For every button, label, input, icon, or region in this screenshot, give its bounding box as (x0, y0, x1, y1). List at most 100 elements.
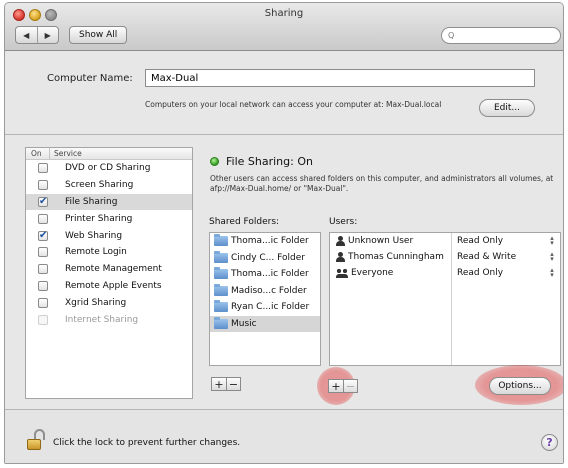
user-row[interactable]: Thomas Cunningham (330, 249, 451, 265)
permission-popup[interactable]: Read Only ▴ ▾ (452, 265, 560, 281)
search-field[interactable]: Q (441, 27, 561, 44)
service-checkbox[interactable]: ✔ (38, 196, 48, 207)
service-checkbox[interactable] (38, 297, 48, 308)
permission-value: Read Only (457, 268, 504, 278)
service-row[interactable]: ✔ Web Sharing (26, 227, 192, 244)
shared-folders-list: Thoma...ic Folder Cindy C... Folder Thom… (209, 232, 321, 366)
users-name-column: Unknown User Thomas Cunningham Everyone (330, 233, 452, 365)
service-row[interactable]: DVD or CD Sharing (26, 160, 192, 177)
service-row[interactable]: Internet Sharing (26, 311, 192, 328)
permission-value: Read Only (457, 236, 504, 246)
service-row[interactable]: Screen Sharing (26, 177, 192, 194)
popup-arrows-icon: ▴ ▾ (550, 266, 554, 279)
divider (5, 134, 563, 135)
service-row[interactable]: Xgrid Sharing (26, 294, 192, 311)
service-checkbox[interactable] (38, 264, 48, 275)
service-label: File Sharing (65, 196, 118, 207)
edit-button[interactable]: Edit... (479, 99, 535, 117)
folder-name: Music (231, 318, 257, 329)
service-row-selected[interactable]: ✔ File Sharing (26, 193, 192, 211)
user-name: Everyone (351, 268, 394, 278)
remove-folder-button[interactable]: − (226, 378, 240, 390)
service-label: Internet Sharing (65, 314, 139, 325)
options-button[interactable]: Options... (489, 377, 551, 395)
folder-row[interactable]: Cindy C... Folder (210, 250, 320, 267)
back-button[interactable]: ◀ (16, 27, 37, 43)
title-bar: Sharing ◀ ▶ Show All Q (5, 3, 563, 51)
search-input[interactable] (457, 30, 554, 41)
popup-arrows-icon: ▴ ▾ (550, 234, 554, 247)
service-checkbox[interactable] (38, 247, 48, 258)
forward-button[interactable]: ▶ (36, 27, 59, 43)
person-icon (336, 252, 345, 262)
computer-name-label: Computer Name: (47, 73, 133, 84)
permission-popup[interactable]: Read Only ▴ ▾ (452, 233, 560, 249)
service-checkbox[interactable] (38, 213, 48, 224)
service-row[interactable]: Remote Apple Events (26, 278, 192, 295)
service-checkbox[interactable] (38, 163, 48, 174)
folder-name: Thoma...ic Folder (231, 269, 309, 280)
add-user-button[interactable]: + (329, 380, 343, 392)
folder-icon (214, 267, 228, 280)
service-checkbox (38, 314, 48, 325)
shared-folders-label: Shared Folders: (209, 217, 280, 227)
users-permission-column: Read Only ▴ ▾ Read & Write ▴ ▾ Read Only ▴… (452, 233, 560, 365)
service-checkbox[interactable] (38, 180, 48, 191)
help-button[interactable]: ? (541, 434, 558, 451)
folder-name: Ryan C...ic Folder (231, 302, 310, 313)
group-icon (336, 268, 348, 278)
add-folder-button[interactable]: + (212, 378, 226, 390)
service-label: Printer Sharing (65, 213, 133, 224)
column-header-on[interactable]: On (26, 148, 50, 159)
window-title: Sharing (264, 8, 304, 19)
service-checkbox[interactable] (38, 280, 48, 291)
search-icon: Q (448, 31, 455, 40)
folder-name: Thoma...ic Folder (231, 236, 309, 247)
folder-row[interactable]: Thoma...ic Folder (210, 266, 320, 283)
service-label: Web Sharing (65, 230, 123, 241)
service-row[interactable]: Remote Management (26, 261, 192, 278)
user-name: Thomas Cunningham (348, 252, 444, 262)
folder-icon (214, 250, 228, 263)
folder-name: Cindy C... Folder (231, 252, 305, 263)
permission-value: Read & Write (457, 252, 517, 262)
services-list: On Service DVD or CD Sharing Screen Shar… (25, 147, 193, 399)
lock-icon[interactable] (27, 429, 45, 451)
folder-name: Madiso...c Folder (231, 285, 307, 296)
service-checkbox[interactable]: ✔ (38, 230, 48, 241)
column-header-service[interactable]: Service (50, 148, 82, 159)
service-description: Other users can access shared folders on… (210, 174, 554, 193)
folders-add-remove: + − (211, 377, 241, 391)
computer-name-input[interactable] (145, 69, 535, 87)
folder-row[interactable]: Madiso...c Folder (210, 283, 320, 300)
permission-popup[interactable]: Read & Write ▴ ▾ (452, 249, 560, 265)
user-row[interactable]: Unknown User (330, 233, 451, 249)
service-label: Remote Management (65, 264, 162, 275)
computer-name-help-text: Computers on your local network can acce… (145, 100, 442, 109)
service-row[interactable]: Remote Login (26, 244, 192, 261)
user-row[interactable]: Everyone (330, 265, 451, 281)
service-label: Remote Apple Events (65, 280, 162, 291)
users-label: Users: (329, 217, 358, 227)
folder-icon (214, 300, 228, 313)
folder-icon (214, 234, 228, 247)
service-label: DVD or CD Sharing (65, 163, 151, 174)
service-row[interactable]: Printer Sharing (26, 210, 192, 227)
service-label: Xgrid Sharing (65, 297, 127, 308)
folder-icon (214, 283, 228, 296)
status-indicator-icon (210, 157, 219, 166)
bottom-bar: Click the lock to prevent further change… (5, 409, 563, 463)
show-all-button[interactable]: Show All (69, 26, 128, 44)
folder-row[interactable]: Thoma...ic Folder (210, 233, 320, 250)
services-header: On Service (26, 148, 192, 160)
back-forward-control: ◀ ▶ (15, 26, 59, 44)
users-list: Unknown User Thomas Cunningham Everyone … (329, 232, 561, 366)
person-icon (336, 236, 345, 246)
folder-row[interactable]: Ryan C...ic Folder (210, 299, 320, 316)
popup-arrows-icon: ▴ ▾ (550, 250, 554, 263)
lock-message: Click the lock to prevent further change… (53, 438, 241, 448)
remove-user-button[interactable]: − (343, 380, 357, 392)
service-label: Remote Login (65, 247, 127, 258)
folder-row-selected[interactable]: Music (210, 315, 320, 332)
service-status: File Sharing: On (226, 155, 313, 168)
